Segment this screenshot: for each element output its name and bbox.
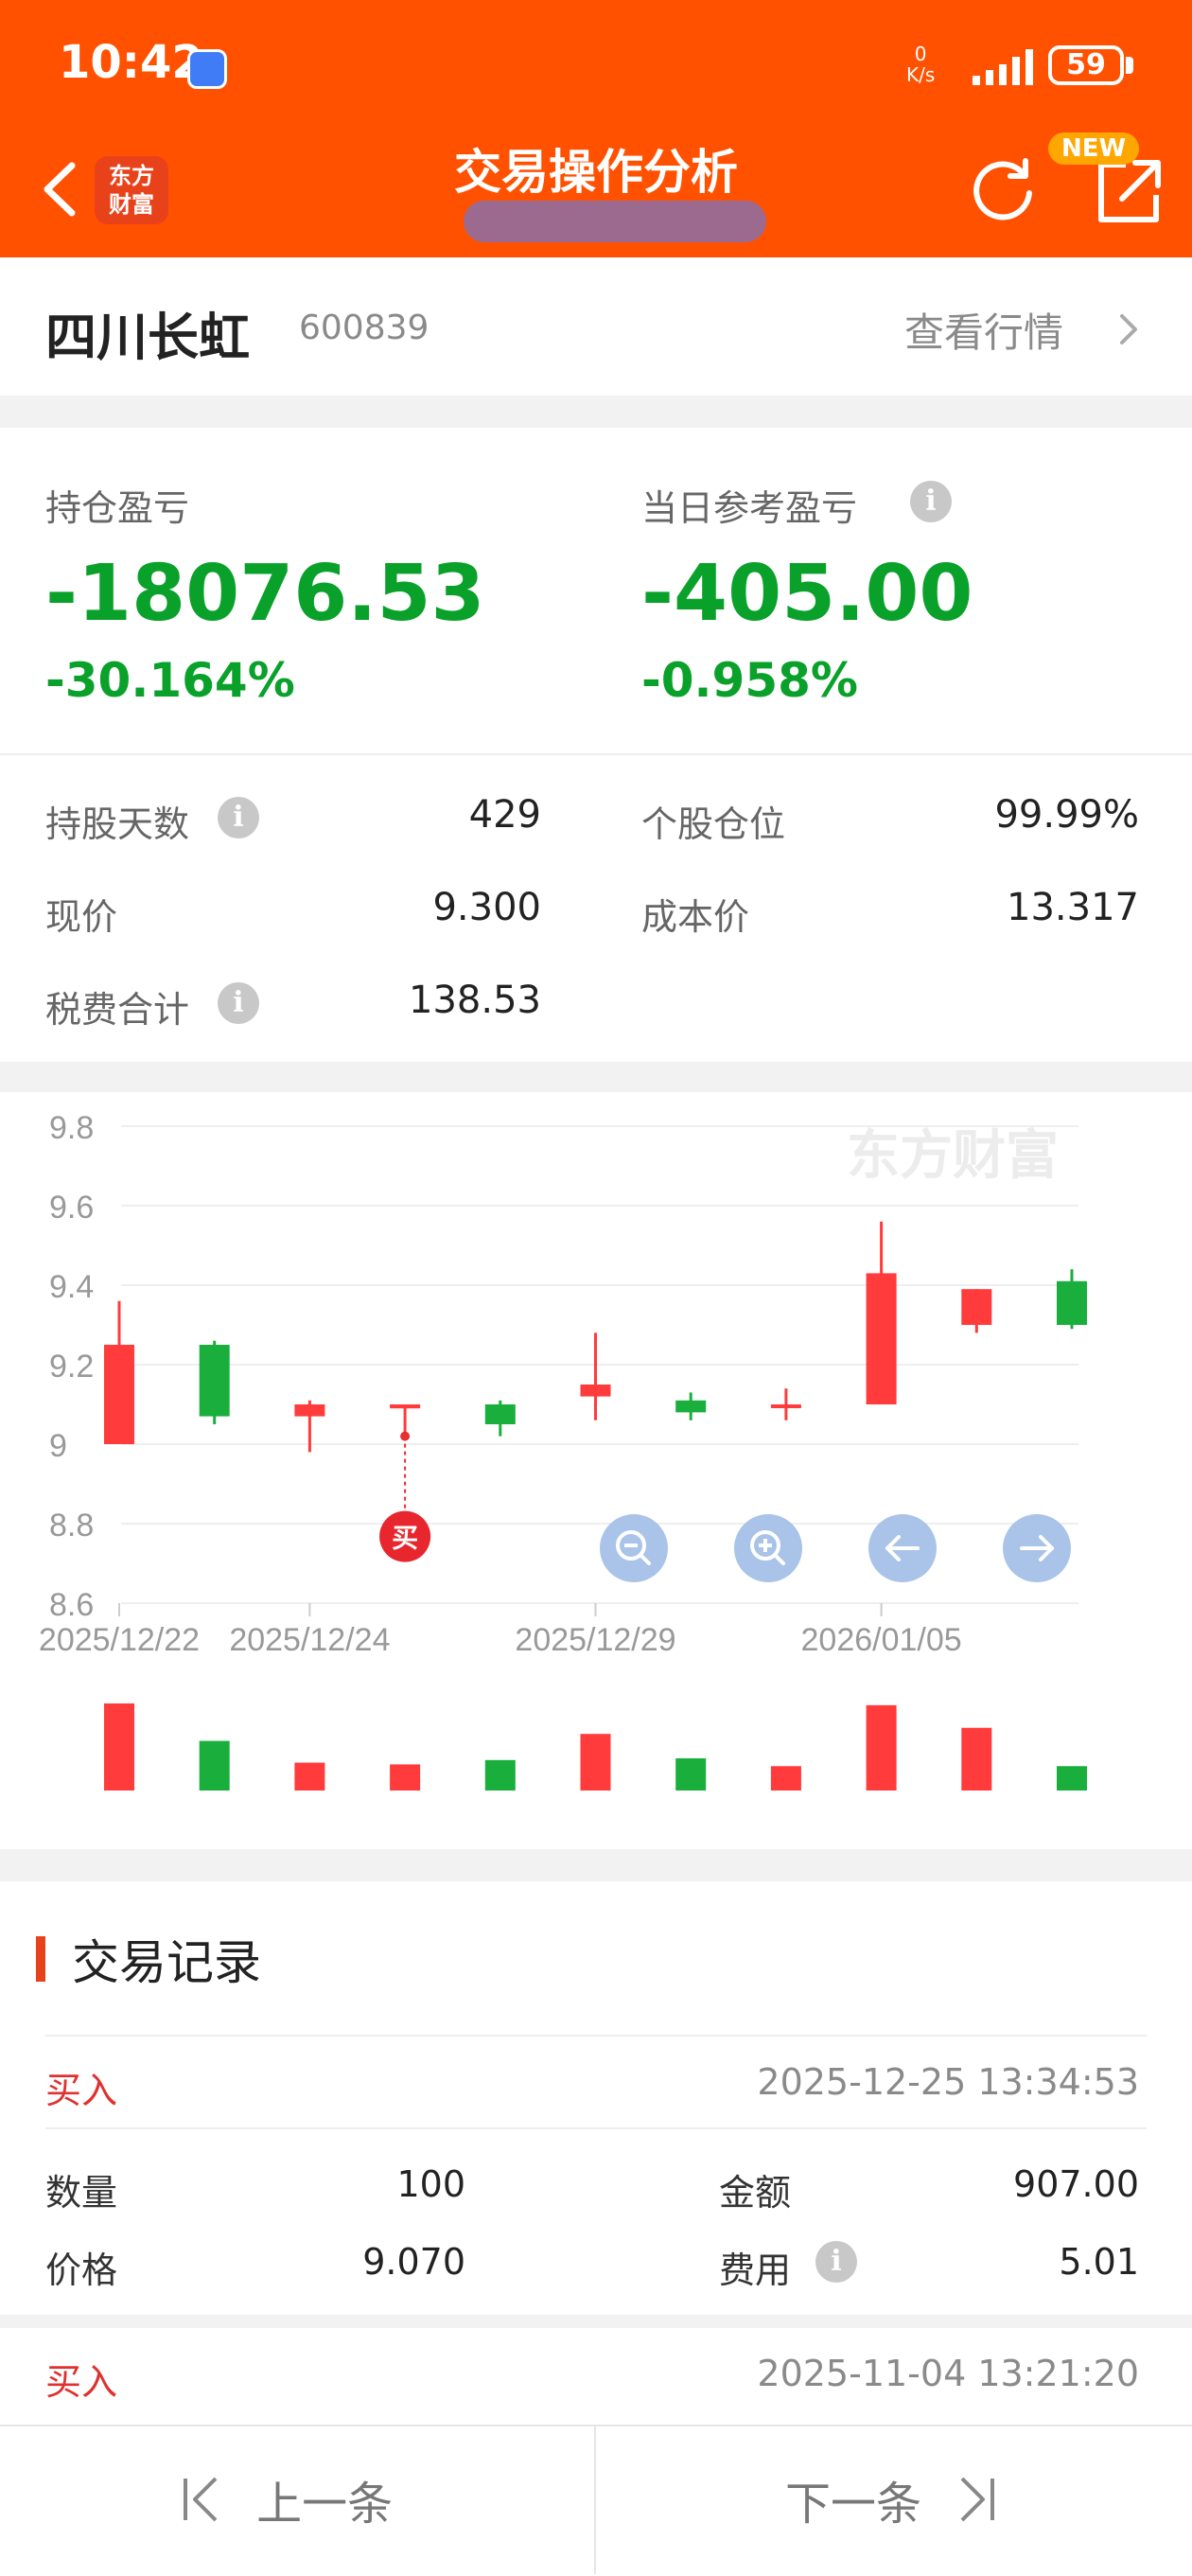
- buy-marker-label: 买: [392, 1523, 418, 1554]
- volume-bar: [199, 1740, 230, 1791]
- position-weight-value: 99.99%: [994, 793, 1139, 837]
- position-pl-label: 持仓盈亏: [45, 487, 190, 529]
- bottom-nav-bar: [0, 2425, 1192, 2576]
- qty-value: 100: [396, 2163, 465, 2205]
- x-tick-label: 2025/12/29: [515, 1622, 675, 1658]
- record-type: 买入: [45, 2361, 118, 2403]
- bottom-nav-divider: [594, 2425, 596, 2574]
- candle-body: [866, 1273, 897, 1404]
- next-arrow-icon: [960, 2477, 995, 2522]
- fee-total-label: 税费合计: [45, 989, 190, 1031]
- battery-nub: [1126, 57, 1133, 74]
- info-icon[interactable]: i: [218, 982, 259, 1024]
- hold-days-value: 429: [468, 793, 541, 837]
- y-tick-label: 9.8: [49, 1110, 94, 1146]
- y-tick-label: 9.6: [49, 1190, 94, 1226]
- battery-icon: 59: [1048, 45, 1124, 85]
- arrow-right-icon[interactable]: [1003, 1514, 1071, 1582]
- status-app-icon: [187, 49, 227, 89]
- volume-bar: [675, 1757, 707, 1791]
- hold-days-label: 持股天数: [45, 803, 190, 845]
- arrow-left-icon[interactable]: [868, 1514, 937, 1582]
- current-price-label: 现价: [45, 896, 118, 938]
- x-tick-label: 2025/12/24: [229, 1622, 390, 1658]
- record-time: 2025-11-04 13:21:20: [757, 2353, 1139, 2394]
- candle-body: [580, 1385, 611, 1397]
- candle-body: [294, 1404, 325, 1417]
- daily-pl-label: 当日参考盈亏: [641, 487, 858, 529]
- qty-label: 数量: [45, 2172, 118, 2214]
- prev-arrow-icon: [184, 2477, 218, 2522]
- record-type: 买入: [45, 2070, 118, 2111]
- new-badge: NEW: [1048, 132, 1140, 165]
- title-decoration: [464, 201, 766, 242]
- volume-bar: [390, 1764, 421, 1791]
- refresh-icon[interactable]: [965, 151, 1041, 227]
- divider: [45, 2127, 1147, 2129]
- info-icon[interactable]: i: [910, 481, 952, 522]
- section-accent-bar: [36, 1936, 45, 1982]
- zoom-out-icon[interactable]: [600, 1514, 668, 1582]
- candle-body: [199, 1345, 230, 1417]
- volume-bar: [104, 1703, 134, 1791]
- x-tick-label: 2026/01/05: [801, 1622, 962, 1658]
- amount-value: 907.00: [1013, 2163, 1139, 2205]
- next-record-button[interactable]: 下一条: [785, 2466, 998, 2532]
- record-separator: [0, 2315, 1192, 2328]
- cost-price-label: 成本价: [641, 896, 750, 938]
- amount-label: 金额: [719, 2172, 792, 2214]
- trade-records-title: 交易记录: [72, 1935, 261, 1990]
- position-pl-pct: -30.164%: [45, 653, 295, 708]
- zoom-in-icon[interactable]: [734, 1514, 802, 1582]
- record-time: 2025-12-25 13:34:53: [757, 2061, 1139, 2103]
- volume-bar: [961, 1727, 992, 1791]
- y-tick-label: 9.4: [49, 1269, 94, 1305]
- volume-bar: [484, 1759, 516, 1791]
- cost-price-value: 13.317: [1007, 886, 1139, 929]
- stock-code: 600839: [299, 309, 429, 347]
- prev-record-button[interactable]: 上一条: [180, 2466, 393, 2532]
- view-quote-link[interactable]: 查看行情: [904, 301, 1063, 359]
- info-icon[interactable]: i: [218, 797, 259, 838]
- volume-bar: [1057, 1766, 1087, 1791]
- volume-bar: [294, 1762, 325, 1791]
- current-price-value: 9.300: [432, 886, 541, 929]
- candle-body: [104, 1345, 134, 1444]
- chart-watermark: 东方财富: [847, 1125, 1059, 1185]
- fee-total-value: 138.53: [409, 979, 541, 1022]
- prev-record-label: 上一条: [256, 2478, 394, 2531]
- next-record-label: 下一条: [785, 2478, 922, 2531]
- fee-label: 费用: [719, 2250, 792, 2291]
- x-tick-label: 2025/12/22: [39, 1622, 200, 1658]
- info-icon[interactable]: i: [815, 2241, 857, 2283]
- price-label: 价格: [45, 2250, 118, 2291]
- position-pl-value: -18076.53: [45, 549, 485, 639]
- y-tick-label: 9: [49, 1428, 67, 1464]
- candle-body: [770, 1404, 801, 1408]
- kline-chart[interactable]: 东方财富 9.8 9.6 9.4 9.2 9 8.8 8.62025/12/22 2025/12…: [0, 1092, 1192, 1849]
- daily-pl-value: -405.00: [641, 549, 973, 639]
- candle-body: [484, 1404, 516, 1424]
- daily-pl-pct: -0.958%: [641, 653, 859, 708]
- candle-body: [675, 1400, 707, 1413]
- position-weight-label: 个股仓位: [641, 803, 786, 845]
- y-tick-label: 8.6: [49, 1587, 94, 1623]
- chevron-right-icon[interactable]: [1114, 310, 1143, 348]
- price-value: 9.070: [362, 2241, 465, 2283]
- candle-body: [390, 1404, 421, 1409]
- divider: [0, 753, 1192, 755]
- volume-bar: [866, 1704, 897, 1791]
- y-tick-label: 8.8: [49, 1508, 94, 1544]
- y-tick-label: 9.2: [49, 1349, 94, 1385]
- volume-bar: [580, 1734, 611, 1791]
- signal-icon: [973, 49, 1033, 85]
- fee-value: 5.01: [1059, 2241, 1139, 2283]
- volume-bar: [770, 1766, 801, 1791]
- candle-body: [1057, 1280, 1087, 1325]
- candle-body: [961, 1289, 992, 1325]
- divider: [45, 2035, 1147, 2037]
- net-speed: 0 K/s: [906, 43, 936, 86]
- stock-name: 四川长虹: [45, 308, 250, 367]
- status-time: 10:42: [59, 36, 203, 89]
